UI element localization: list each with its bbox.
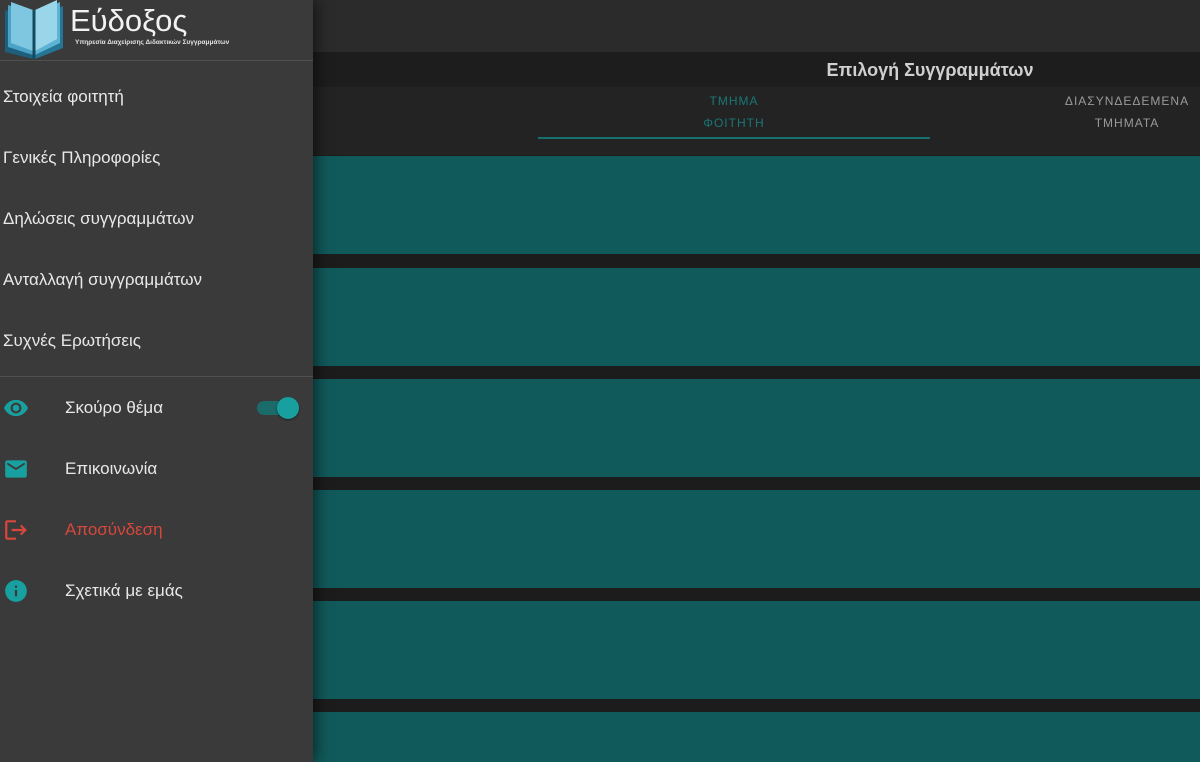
action-about[interactable]: Σχετικά με εμάς: [0, 560, 313, 621]
list-item[interactable]: [313, 268, 1200, 366]
menu-item-label: Στοιχεία φοιτητή: [3, 87, 124, 106]
navigation-drawer: Εύδοξος Υπηρεσία Διαχείρισης Διδακτικών …: [0, 0, 313, 762]
info-icon: [3, 578, 29, 604]
menu-item-faq[interactable]: Συχνές Ερωτήσεις: [0, 310, 313, 371]
menu-item-label: Ανταλλαγή συγγραμμάτων: [3, 270, 203, 289]
menu-item-student-details[interactable]: Στοιχεία φοιτητή: [0, 66, 313, 127]
eye-icon: [3, 395, 29, 421]
list-item[interactable]: [313, 379, 1200, 477]
menu-item-textbook-declarations[interactable]: Δηλώσεις συγγραμμάτων: [0, 188, 313, 249]
tab-bar: ΤΜΗΜΑ ΦΟΙΤΗΤΗ ΔΙΑΣΥΝΔΕΔΕΜΕΝΑ ΤΜΗΜΑΤΑ: [313, 87, 1200, 155]
menu-item-label: Δηλώσεις συγγραμμάτων: [3, 209, 195, 228]
tab-label-line1: ΔΙΑΣΥΝΔΕΔΕΜΕΝΑ: [1064, 94, 1190, 108]
tab-student-department[interactable]: ΤΜΗΜΑ ΦΟΙΤΗΤΗ: [538, 87, 930, 155]
top-app-bar: [313, 0, 1200, 52]
menu-item-label: Γενικές Πληροφορίες: [3, 148, 161, 167]
tab-indicator: [538, 137, 930, 139]
main-content: Επιλογή Συγγραμμάτων ΤΜΗΜΑ ΦΟΙΤΗΤΗ ΔΙΑΣΥ…: [313, 0, 1200, 762]
list-item[interactable]: [313, 156, 1200, 254]
action-dark-theme[interactable]: Σκούρο θέμα: [0, 377, 313, 438]
toggle-thumb: [277, 397, 299, 419]
app-logo: Εύδοξος Υπηρεσία Διαχείρισης Διδακτικών …: [0, 0, 313, 60]
menu-item-label: Συχνές Ερωτήσεις: [3, 331, 141, 350]
list-item[interactable]: [313, 601, 1200, 699]
logo-subtitle: Υπηρεσία Διαχείρισης Διδακτικών Συγγραμμ…: [75, 39, 230, 46]
action-logout[interactable]: Αποσύνδεση: [0, 499, 313, 560]
menu-item-textbook-exchange[interactable]: Ανταλλαγή συγγραμμάτων: [0, 249, 313, 310]
list-item[interactable]: [313, 712, 1200, 762]
tab-label-line1: ΤΜΗΜΑ: [709, 94, 759, 108]
list-item[interactable]: [313, 490, 1200, 588]
page-title: Επιλογή Συγγραμμάτων: [826, 60, 1034, 80]
tab-label-line2: ΦΟΙΤΗΤΗ: [703, 116, 765, 130]
action-contact[interactable]: Επικοινωνία: [0, 438, 313, 499]
action-label: Επικοινωνία: [65, 459, 158, 478]
dark-theme-toggle[interactable]: [256, 396, 300, 420]
mail-icon: [3, 456, 29, 482]
action-label: Σχετικά με εμάς: [65, 581, 183, 600]
logout-icon: [3, 517, 29, 543]
open-book-icon: [2, 0, 66, 60]
divider: [0, 60, 313, 61]
tab-linked-departments[interactable]: ΔΙΑΣΥΝΔΕΔΕΜΕΝΑ ΤΜΗΜΑΤΑ: [1054, 87, 1200, 155]
logo-title: Εύδοξος: [70, 3, 188, 38]
action-label: Σκούρο θέμα: [65, 398, 164, 417]
action-label: Αποσύνδεση: [65, 520, 163, 539]
tab-label-line2: ΤΜΗΜΑΤΑ: [1094, 116, 1160, 130]
title-bar: Επιλογή Συγγραμμάτων: [313, 52, 1200, 87]
menu-item-general-info[interactable]: Γενικές Πληροφορίες: [0, 127, 313, 188]
